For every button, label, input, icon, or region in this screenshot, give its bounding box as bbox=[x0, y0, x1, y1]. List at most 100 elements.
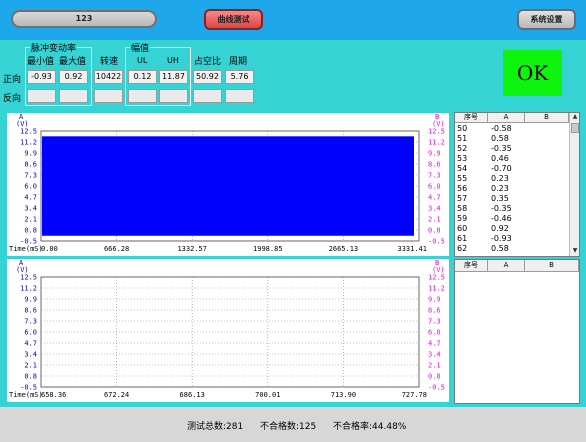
scroll-down-arrow-icon[interactable]: ▼ bbox=[571, 247, 579, 255]
y-tick-label-right: 9.9 bbox=[428, 296, 441, 304]
row-index: 57 bbox=[457, 194, 468, 203]
y-tick-label-right: 0.8 bbox=[428, 227, 441, 235]
reverse-min-value bbox=[27, 89, 56, 103]
y-tick-label-left: 9.9 bbox=[24, 150, 37, 158]
max-label: 最大值 bbox=[59, 57, 87, 67]
reverse-speed-value bbox=[94, 89, 123, 103]
x-tick-label: 700.01 bbox=[255, 391, 280, 399]
table2-header-b: B bbox=[525, 260, 579, 272]
row-value-a: -0.58 bbox=[491, 124, 512, 133]
row-index: 62 bbox=[457, 244, 468, 253]
table-row[interactable]: 54 -0.70 bbox=[455, 164, 565, 173]
scroll-up-arrow-icon[interactable]: ▲ bbox=[571, 113, 579, 121]
table1-scroll-thumb[interactable] bbox=[571, 123, 579, 133]
row-index: 52 bbox=[457, 144, 468, 153]
table-row[interactable]: 57 0.35 bbox=[455, 194, 565, 203]
sample-table-a: 序号 A B 50 -0.58 51 0.58 52 -0.35 53 0.46 54 -0.70… bbox=[454, 112, 580, 257]
forward-duty-value: 50.92 bbox=[193, 70, 222, 84]
fail-count-stat: 不合格数:125 bbox=[260, 419, 316, 432]
forward-ul-value: 0.12 bbox=[128, 70, 157, 84]
chart1-plot: 12.5 12.5 11.2 11.2 9.9 9.9 8.6 8.6 7.3 7.3 6.0 6.0… bbox=[9, 128, 445, 254]
table-row[interactable]: 50 -0.58 bbox=[455, 124, 565, 133]
y-tick-label-left: 4.7 bbox=[24, 194, 37, 202]
row-value-a: -0.46 bbox=[491, 214, 512, 223]
row-value-a: 0.23 bbox=[491, 184, 509, 193]
y-tick-label-left: 8.6 bbox=[24, 307, 37, 315]
row-value-a: -0.35 bbox=[491, 144, 512, 153]
min-label: 最小值 bbox=[27, 57, 55, 67]
reverse-max-value bbox=[59, 89, 88, 103]
table-row[interactable]: 55 0.23 bbox=[455, 174, 565, 183]
y-tick-label-right: 2.1 bbox=[428, 362, 441, 370]
duty-label: 占空比 bbox=[194, 57, 222, 67]
y-tick-label-right: 8.6 bbox=[428, 161, 441, 169]
total-tests-stat: 测试总数:281 bbox=[187, 419, 243, 432]
forward-label: 正向 bbox=[3, 75, 22, 85]
y-tick-label-right: 9.9 bbox=[428, 150, 441, 158]
system-settings-button[interactable]: 系统设置 bbox=[517, 9, 576, 30]
row-value-a: 0.92 bbox=[491, 224, 509, 233]
y-tick-label-right: 8.6 bbox=[428, 307, 441, 315]
table1-header-b: B bbox=[525, 113, 569, 123]
y-tick-label-right: 6.0 bbox=[428, 329, 441, 337]
y-tick-label-right: 12.5 bbox=[428, 274, 445, 282]
y-tick-label-left: 2.1 bbox=[24, 362, 37, 370]
x-tick-label: 666.28 bbox=[104, 245, 129, 253]
fail-rate-label: 不合格率: bbox=[333, 422, 373, 432]
table-row[interactable]: 61 -0.93 bbox=[455, 234, 565, 243]
x-tick-label: 727.78 bbox=[402, 391, 427, 399]
table1-header-index: 序号 bbox=[455, 113, 488, 123]
table-row[interactable]: 53 0.46 bbox=[455, 154, 565, 163]
table-row[interactable]: 60 0.92 bbox=[455, 224, 565, 233]
table1-header-a: A bbox=[488, 113, 525, 123]
row-index: 51 bbox=[457, 134, 468, 143]
x-tick-label: 686.13 bbox=[180, 391, 205, 399]
x-tick-label: 1332.57 bbox=[177, 245, 207, 253]
y-tick-label-left: 7.3 bbox=[24, 172, 37, 180]
row-value-a: 0.46 bbox=[491, 154, 509, 163]
row-index: 58 bbox=[457, 204, 468, 213]
curve-test-button[interactable]: 曲线测试 bbox=[204, 9, 263, 30]
row-value-a: 0.23 bbox=[491, 174, 509, 183]
y-tick-label-right: 4.7 bbox=[428, 194, 441, 202]
table1-scrollbar[interactable]: ▲ ▼ bbox=[569, 113, 579, 256]
table-row[interactable]: 52 -0.35 bbox=[455, 144, 565, 153]
waveform-chart-zoom[interactable]: A (V) B (V) 12.5 12.5 11.2 11.2 9.9 9.9 8.6 8.6… bbox=[7, 259, 449, 402]
y-tick-label-right: -0.5 bbox=[428, 238, 445, 246]
x-tick-label: 672.24 bbox=[104, 391, 129, 399]
table2-header-a: A bbox=[488, 260, 525, 272]
table-row[interactable]: 62 0.58 bbox=[455, 244, 565, 253]
waveform-chart-overview[interactable]: A (V) B (V) 12.5 12.5 11.2 11.2 9.9 9.9 8.6 8.6… bbox=[7, 113, 449, 256]
table-row[interactable]: 56 0.23 bbox=[455, 184, 565, 193]
row-value-a: -0.70 bbox=[491, 164, 512, 173]
y-tick-label-right: 3.4 bbox=[428, 351, 441, 359]
forward-max-value: 0.92 bbox=[59, 70, 88, 84]
y-tick-label-left: 6.0 bbox=[24, 183, 37, 191]
y-tick-label-left: 3.4 bbox=[24, 351, 37, 359]
amplitude-group-label: 幅值 bbox=[130, 41, 151, 54]
signal-band bbox=[42, 136, 414, 236]
y-tick-label-left: 0.8 bbox=[24, 373, 37, 381]
x-axis-label: Time(mS) bbox=[9, 391, 43, 399]
y-tick-label-left: 11.2 bbox=[20, 285, 37, 293]
x-tick-label: 2665.13 bbox=[329, 245, 359, 253]
y-tick-label-left: 12.5 bbox=[20, 274, 37, 282]
fail-rate-stat: 不合格率:44.48% bbox=[333, 419, 406, 432]
reverse-uh-value bbox=[159, 89, 188, 103]
ok-status-indicator: OK bbox=[503, 50, 562, 96]
fail-rate-value: 44.48% bbox=[372, 422, 407, 432]
row-index: 59 bbox=[457, 214, 468, 223]
y-tick-label-right: 7.3 bbox=[428, 172, 441, 180]
y-tick-label-right: 7.3 bbox=[428, 318, 441, 326]
table-row[interactable]: 59 -0.46 bbox=[455, 214, 565, 223]
y-tick-label-left: 2.1 bbox=[24, 216, 37, 224]
forward-speed-value: 10422 bbox=[94, 70, 123, 84]
table-row[interactable]: 51 0.58 bbox=[455, 134, 565, 143]
row-index: 53 bbox=[457, 154, 468, 163]
fail-count-value: 125 bbox=[299, 422, 317, 432]
y-tick-label-right: 0.8 bbox=[428, 373, 441, 381]
y-tick-label-right: 12.5 bbox=[428, 128, 445, 136]
table-row[interactable]: 58 -0.35 bbox=[455, 204, 565, 213]
row-index: 60 bbox=[457, 224, 468, 233]
row-index: 50 bbox=[457, 124, 468, 133]
